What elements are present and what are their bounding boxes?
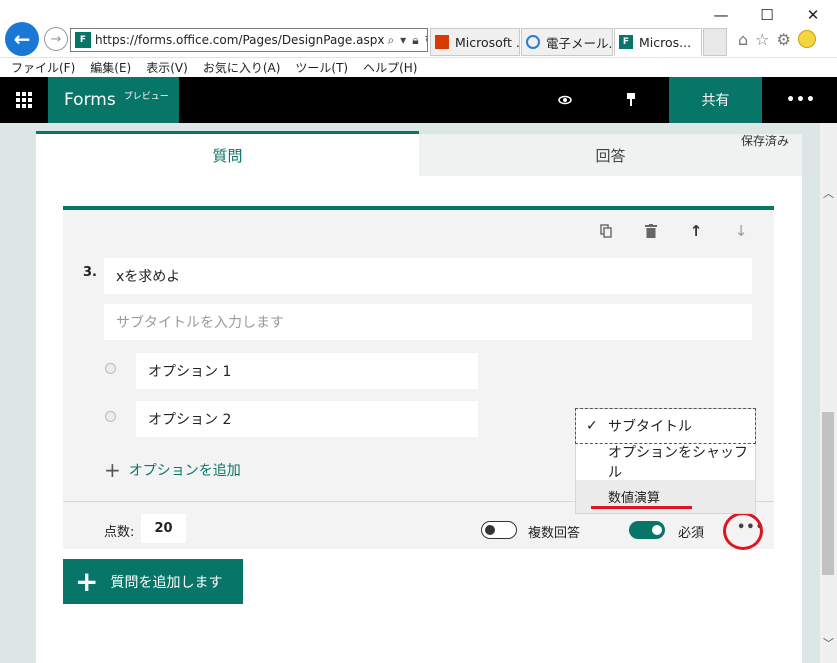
- question-context-menu: ✓ サブタイトル オプションをシャッフル 数値演算: [575, 408, 756, 514]
- more-options-icon[interactable]: •••: [786, 77, 816, 123]
- annotation-underline: [591, 506, 692, 509]
- plus-icon: +: [104, 458, 121, 482]
- scroll-up-icon[interactable]: ︿: [820, 186, 837, 200]
- tab-label: Micros...: [639, 34, 692, 50]
- forward-button[interactable]: →: [44, 27, 68, 51]
- tab-questions[interactable]: 質問: [36, 131, 419, 176]
- question-title-input[interactable]: xを求めよ: [104, 258, 752, 294]
- menu-edit[interactable]: 編集(E): [90, 59, 131, 76]
- points-input[interactable]: 20: [141, 514, 186, 543]
- option-radio[interactable]: [105, 411, 116, 422]
- share-button[interactable]: 共有: [669, 77, 762, 123]
- menu-item-label: サブタイトル: [608, 419, 692, 435]
- close-icon[interactable]: ✕: [790, 0, 836, 30]
- menu-item-shuffle-options[interactable]: オプションをシャッフル: [576, 445, 755, 481]
- forms-icon: F: [619, 35, 633, 49]
- required-label: 必須: [678, 526, 705, 541]
- required-toggle[interactable]: [629, 521, 665, 539]
- check-icon: ✓: [586, 418, 598, 434]
- option-radio[interactable]: [105, 363, 116, 374]
- app-launcher-icon[interactable]: [0, 77, 48, 123]
- ie-icon: [526, 35, 540, 49]
- browser-tab-forms[interactable]: F Micros...: [614, 28, 702, 56]
- browser-tab-mail[interactable]: 電子メール...: [521, 28, 613, 56]
- app-name: Forms: [64, 90, 116, 110]
- menu-tools[interactable]: ツール(T): [295, 59, 348, 76]
- option-1-input[interactable]: オプション 1: [136, 353, 478, 389]
- preview-eye-icon[interactable]: [550, 77, 580, 123]
- preview-label: プレビュー: [123, 91, 169, 102]
- tab-label: Microsoft ...: [455, 34, 520, 50]
- points-label: 点数:: [104, 525, 135, 540]
- url-text: https://forms.office.com/Pages/DesignPag…: [95, 33, 385, 47]
- scroll-down-icon[interactable]: ﹀: [820, 636, 837, 650]
- plus-icon: +: [75, 565, 99, 598]
- toggle-knob: [485, 525, 495, 535]
- arrow-left-icon: ←: [13, 27, 31, 51]
- gear-icon[interactable]: ⚙: [777, 30, 791, 49]
- theme-brush-icon[interactable]: [616, 77, 646, 123]
- office-icon: [435, 35, 449, 49]
- add-option-label: オプションを追加: [128, 463, 241, 479]
- menu-bar: ファイル(F) 編集(E) 表示(V) お気に入り(A) ツール(T) ヘルプ(…: [0, 58, 837, 77]
- add-option-button[interactable]: + オプションを追加: [104, 458, 241, 482]
- question-number: 3.: [83, 265, 97, 280]
- arrow-right-icon: →: [50, 31, 62, 47]
- star-icon[interactable]: ☆: [755, 30, 769, 49]
- option-2-input[interactable]: オプション 2: [136, 401, 478, 437]
- back-button[interactable]: ←: [5, 22, 39, 56]
- scrollbar[interactable]: [820, 123, 837, 663]
- multiple-answers-toggle[interactable]: [481, 521, 517, 539]
- home-icon[interactable]: ⌂: [738, 30, 748, 49]
- forms-favicon-icon: F: [75, 32, 91, 48]
- browser-tab-office[interactable]: Microsoft ...: [430, 28, 520, 56]
- menu-item-label: オプションをシャッフル: [608, 445, 748, 481]
- menu-item-subtitle[interactable]: ✓ サブタイトル: [575, 408, 756, 444]
- tab-label: 電子メール...: [546, 35, 613, 51]
- menu-view[interactable]: 表示(V): [146, 59, 188, 76]
- search-icon[interactable]: ⌕: [387, 33, 394, 48]
- menu-item-label: 数値演算: [608, 491, 661, 506]
- add-question-button[interactable]: + 質問を追加します: [63, 559, 243, 604]
- move-up-icon[interactable]: ↑: [685, 222, 707, 240]
- minimize-icon[interactable]: —: [698, 0, 744, 30]
- delete-icon[interactable]: [640, 222, 662, 240]
- app-brand[interactable]: Forms プレビュー: [48, 77, 179, 123]
- address-bar[interactable]: F https://forms.office.com/Pages/DesignP…: [70, 28, 428, 52]
- smiley-icon[interactable]: [797, 30, 816, 48]
- copy-icon[interactable]: [595, 222, 617, 240]
- question-subtitle-input[interactable]: サブタイトルを入力します: [104, 304, 752, 340]
- refresh-icon[interactable]: ↻: [425, 33, 427, 48]
- annotation-circle: [723, 512, 763, 550]
- lock-icon: 🔒︎: [412, 32, 419, 47]
- maximize-icon[interactable]: ☐: [744, 0, 790, 30]
- new-tab-button[interactable]: [703, 28, 727, 56]
- save-status: 保存済み: [741, 134, 790, 148]
- scrollbar-thumb[interactable]: [822, 412, 834, 575]
- menu-favorites[interactable]: お気に入り(A): [203, 59, 281, 76]
- move-down-icon[interactable]: ↓: [730, 222, 752, 240]
- add-question-label: 質問を追加します: [110, 574, 223, 591]
- menu-help[interactable]: ヘルプ(H): [363, 59, 417, 76]
- menu-file[interactable]: ファイル(F): [11, 59, 75, 76]
- toggle-knob: [652, 525, 662, 535]
- dropdown-icon[interactable]: ▾: [400, 33, 406, 48]
- multiple-answers-label: 複数回答: [528, 526, 581, 541]
